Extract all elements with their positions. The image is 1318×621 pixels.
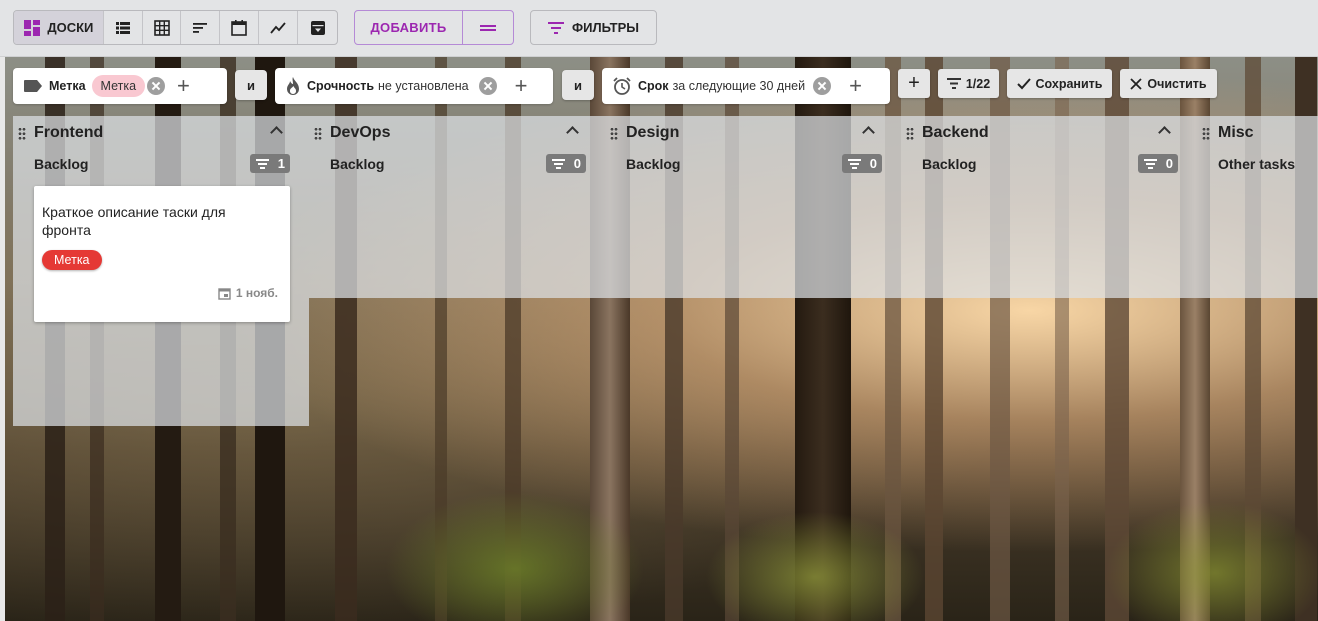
filter-icon <box>946 78 961 89</box>
collapse-chevron-icon[interactable] <box>566 126 579 139</box>
fire-icon <box>287 77 299 95</box>
remove-label-value-icon[interactable] <box>147 77 166 95</box>
add-button-group: ДОБАВИТЬ <box>354 10 514 45</box>
chart-view-button[interactable] <box>259 11 299 44</box>
list-view-button[interactable] <box>104 11 143 44</box>
filter-icon <box>256 159 269 169</box>
column-count-badge[interactable]: 1 <box>250 154 290 173</box>
column-name: Backlog <box>330 156 385 172</box>
remove-urgency-icon[interactable] <box>478 77 497 95</box>
boards-view-button[interactable]: ДОСКИ <box>14 11 104 44</box>
filter-icon <box>1144 159 1157 169</box>
and-operator-1[interactable]: и <box>235 70 267 100</box>
column-count: 0 <box>573 156 581 171</box>
clear-label: Очистить <box>1147 76 1207 91</box>
add-menu-button[interactable] <box>463 11 513 44</box>
close-icon <box>1130 77 1143 90</box>
archive-view-button[interactable] <box>298 11 337 44</box>
lane-title: Backend <box>922 124 989 141</box>
add-filter-button[interactable]: + <box>898 69 930 98</box>
save-button[interactable]: Сохранить <box>1007 69 1112 98</box>
lane-header: DevOps <box>309 124 605 144</box>
card-title: Краткое описание таски для фронта <box>42 204 226 238</box>
filters-button[interactable]: ФИЛЬТРЫ <box>530 10 657 45</box>
label-icon <box>24 80 42 92</box>
column-name: Backlog <box>626 156 681 172</box>
filter-counter-value: 1/22 <box>965 76 991 91</box>
calendar-icon <box>218 287 231 300</box>
lane-title: Frontend <box>34 124 104 141</box>
task-card[interactable]: Краткое описание таски для фронта Метка … <box>34 186 290 322</box>
save-label: Сохранить <box>1035 76 1103 91</box>
column-count-badge[interactable]: 0 <box>1138 154 1178 173</box>
lane-header: Design <box>605 124 901 144</box>
lane-title: Design <box>626 124 680 141</box>
column-count-badge[interactable]: 0 <box>546 154 586 173</box>
urgency-filter-value: не установлена <box>378 79 469 93</box>
alarm-clock-icon <box>613 77 631 95</box>
lane-title: DevOps <box>330 124 391 141</box>
sort-view-icon <box>193 22 208 33</box>
add-urgency-icon[interactable]: + <box>515 75 528 97</box>
table-view-icon <box>153 19 170 36</box>
archive-icon <box>310 20 325 35</box>
urgency-filter: Срочность не установлена + <box>275 68 553 104</box>
table-view-button[interactable] <box>143 11 182 44</box>
card-date-text: 1 нояб. <box>235 286 278 300</box>
collapse-chevron-icon[interactable] <box>270 126 283 139</box>
urgency-filter-name: Срочность <box>307 79 375 93</box>
column-count: 0 <box>869 156 877 171</box>
filters-label: ФИЛЬТРЫ <box>572 20 639 35</box>
due-filter-value: за следующие 30 дней <box>672 79 806 93</box>
collapse-chevron-icon[interactable] <box>862 126 875 139</box>
filter-icon <box>848 159 861 169</box>
column-name: Other tasks <box>1218 156 1296 172</box>
card-label-badge[interactable]: Метка <box>42 250 102 270</box>
column-count: 1 <box>277 156 285 171</box>
drag-handle-icon[interactable] <box>314 127 322 140</box>
sort-view-button[interactable] <box>181 11 221 44</box>
dashboard-icon <box>24 19 41 36</box>
boards-label: ДОСКИ <box>47 20 94 35</box>
label-filter-name: Метка <box>49 79 86 93</box>
label-filter: Метка Метка + <box>13 68 227 104</box>
add-due-icon[interactable]: + <box>849 75 862 97</box>
filter-icon <box>548 21 565 34</box>
add-filter-icon: + <box>908 72 920 94</box>
lane-header: Misc <box>1197 124 1318 144</box>
filter-icon <box>552 159 565 169</box>
lane-header: Backend <box>901 124 1197 144</box>
label-filter-value[interactable]: Метка <box>91 75 146 97</box>
calendar-view-icon <box>231 19 248 36</box>
add-button[interactable]: ДОБАВИТЬ <box>355 11 463 44</box>
due-filter: Срок за следующие 30 дней + <box>602 68 890 104</box>
add-label-icon[interactable]: + <box>177 75 190 97</box>
drag-handle-icon[interactable] <box>610 127 618 140</box>
list-view-icon <box>115 21 130 34</box>
calendar-view-button[interactable] <box>220 11 260 44</box>
drag-handle-icon[interactable] <box>18 127 26 140</box>
lane-header: Frontend <box>13 124 309 144</box>
column-name: Backlog <box>922 156 977 172</box>
menu-icon <box>480 24 496 31</box>
clear-button[interactable]: Очистить <box>1120 69 1217 98</box>
remove-due-icon[interactable] <box>813 77 832 95</box>
collapse-chevron-icon[interactable] <box>1158 126 1171 139</box>
check-icon <box>1016 77 1031 89</box>
column-name: Backlog <box>34 156 89 172</box>
card-due-date: 1 нояб. <box>218 286 278 300</box>
view-switcher: ДОСКИ <box>13 10 338 45</box>
due-filter-name: Срок <box>638 79 669 93</box>
drag-handle-icon[interactable] <box>906 127 914 140</box>
lane-title: Misc <box>1218 124 1254 141</box>
column-count: 0 <box>1165 156 1173 171</box>
chart-view-icon <box>270 21 286 34</box>
top-toolbar: ДОСКИ ДОБАВИТЬ ФИЛЬТРЫ <box>0 0 1318 57</box>
drag-handle-icon[interactable] <box>1202 127 1210 140</box>
column-count-badge[interactable]: 0 <box>842 154 882 173</box>
and-operator-2[interactable]: и <box>562 70 594 100</box>
filter-counter[interactable]: 1/22 <box>938 69 999 98</box>
